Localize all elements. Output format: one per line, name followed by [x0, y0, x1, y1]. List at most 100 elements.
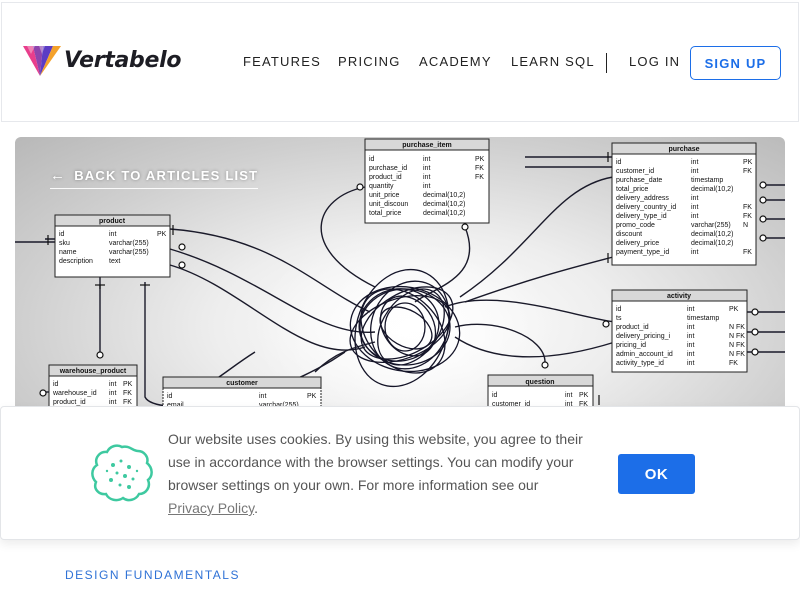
purchase-item-cell: FK	[475, 165, 484, 172]
cookie-ok-button[interactable]: OK	[618, 454, 695, 494]
svg-text:warehouse_product: warehouse_product	[59, 368, 127, 375]
purchase-cell: total_price	[616, 186, 648, 193]
purchase-item-cell: product_id	[369, 174, 402, 181]
purchase-cell: id	[616, 159, 622, 166]
product-cell: PK	[157, 231, 167, 238]
customer-cell: int	[259, 393, 266, 400]
signup-button[interactable]: SIGN UP	[690, 46, 781, 80]
purchase-cell: decimal(10,2)	[691, 186, 733, 193]
svg-text:question: question	[525, 379, 554, 386]
activity-cell: ts	[616, 315, 622, 322]
activity-cell: delivery_pricing_i	[616, 333, 671, 340]
product-cell: text	[109, 258, 120, 265]
activity-cell: int	[687, 360, 694, 367]
activity-cell: int	[687, 351, 694, 358]
purchase-cell: PK	[743, 159, 753, 166]
purchase-cell: customer_id	[616, 168, 654, 175]
warehouse-product-cell: id	[53, 381, 59, 388]
product-cell: name	[59, 249, 77, 256]
purchase-item-cell: int	[423, 174, 430, 181]
purchase-cell: int	[691, 213, 698, 220]
cookie-icon	[91, 444, 153, 502]
activity-cell: admin_account_id	[616, 351, 673, 358]
activity-cell: PK	[729, 306, 739, 313]
activity-cell: pricing_id	[616, 342, 646, 349]
activity-cell: timestamp	[687, 315, 719, 322]
table-purchase: purchase id int PKcustomer_id int FKpurchase…	[611, 142, 757, 266]
cookie-banner: Our website uses cookies. By using this …	[0, 406, 800, 540]
table-activity: activity id int PKts timestampproduct_id int…	[611, 289, 748, 373]
purchase-item-cell: PK	[475, 156, 485, 163]
article-category[interactable]: DESIGN FUNDAMENTALS	[65, 568, 240, 582]
activity-cell: N FK	[729, 333, 745, 340]
activity-cell: int	[687, 324, 694, 331]
purchase-cell: purchase_date	[616, 177, 662, 184]
nav-pricing[interactable]: PRICING	[338, 54, 401, 69]
site-header: Vertabelo FEATURES PRICING ACADEMY LEARN…	[1, 2, 799, 122]
activity-cell: int	[687, 333, 694, 340]
nav-learn-sql[interactable]: LEARN SQL	[511, 54, 595, 69]
activity-cell: activity_type_id	[616, 360, 664, 367]
purchase-cell: int	[691, 159, 698, 166]
purchase-item-cell: int	[423, 156, 430, 163]
product-cell: varchar(255)	[109, 240, 149, 247]
question-cell: id	[492, 392, 498, 399]
main-nav: FEATURES PRICING ACADEMY LEARN SQL LOG I…	[2, 3, 798, 123]
purchase-item-cell: purchase_id	[369, 165, 407, 172]
purchase-item-cell: decimal(10,2)	[423, 210, 465, 217]
purchase-cell: FK	[743, 168, 752, 175]
privacy-policy-link[interactable]: Privacy Policy	[168, 500, 254, 516]
purchase-cell: delivery_address	[616, 195, 669, 202]
purchase-cell: delivery_type_id	[616, 213, 667, 220]
back-to-articles-link[interactable]: ← BACK TO ARTICLES LIST	[50, 167, 259, 189]
purchase-item-cell: int	[423, 183, 430, 190]
product-cell: id	[59, 231, 65, 238]
purchase-cell: delivery_price	[616, 240, 659, 247]
activity-cell: int	[687, 306, 694, 313]
warehouse-product-cell: warehouse_id	[52, 390, 97, 397]
purchase-cell: decimal(10,2)	[691, 231, 733, 238]
warehouse-product-cell: int	[109, 390, 116, 397]
customer-cell: PK	[307, 393, 317, 400]
activity-cell: product_id	[616, 324, 649, 331]
purchase-item-cell: decimal(10,2)	[423, 192, 465, 199]
purchase-cell: int	[691, 204, 698, 211]
svg-text:activity: activity	[667, 293, 691, 300]
product-cell: sku	[59, 240, 70, 247]
cookie-text-main: Our website uses cookies. By using this …	[168, 431, 583, 493]
nav-features[interactable]: FEATURES	[243, 54, 321, 69]
purchase-cell: timestamp	[691, 177, 723, 184]
svg-text:customer: customer	[226, 380, 258, 387]
warehouse-product-cell: PK	[123, 381, 133, 388]
svg-text:purchase: purchase	[668, 146, 699, 153]
question-cell: PK	[579, 392, 589, 399]
purchase-cell: int	[691, 195, 698, 202]
purchase-cell: promo_code	[616, 222, 655, 229]
warehouse-product-cell: product_id	[53, 399, 86, 406]
warehouse-product-cell: FK	[123, 390, 132, 397]
purchase-item-cell: unit_discoun	[369, 201, 408, 208]
nav-academy[interactable]: ACADEMY	[419, 54, 492, 69]
product-cell: int	[109, 231, 116, 238]
purchase-cell: int	[691, 168, 698, 175]
activity-cell: int	[687, 342, 694, 349]
activity-cell: id	[616, 306, 622, 313]
purchase-cell: varchar(255)	[691, 222, 731, 229]
login-link[interactable]: LOG IN	[629, 54, 680, 69]
nav-divider	[606, 53, 607, 73]
purchase-item-cell: decimal(10,2)	[423, 201, 465, 208]
question-cell: int	[565, 392, 572, 399]
cookie-text-period: .	[254, 500, 258, 516]
purchase-item-cell: id	[369, 156, 375, 163]
activity-cell: FK	[729, 360, 738, 367]
cookie-message: Our website uses cookies. By using this …	[168, 428, 588, 520]
purchase-cell: payment_type_id	[616, 249, 669, 256]
purchase-cell: delivery_country_id	[616, 204, 676, 211]
svg-text:purchase_item: purchase_item	[402, 142, 451, 149]
arrow-left-icon: ←	[50, 167, 67, 184]
warehouse-product-cell: int	[109, 381, 116, 388]
activity-cell: N FK	[729, 351, 745, 358]
hero-image: purchase_item id int PK purchase_id int FK pro…	[15, 137, 785, 427]
product-cell: varchar(255)	[109, 249, 149, 256]
activity-cell: N FK	[729, 324, 745, 331]
